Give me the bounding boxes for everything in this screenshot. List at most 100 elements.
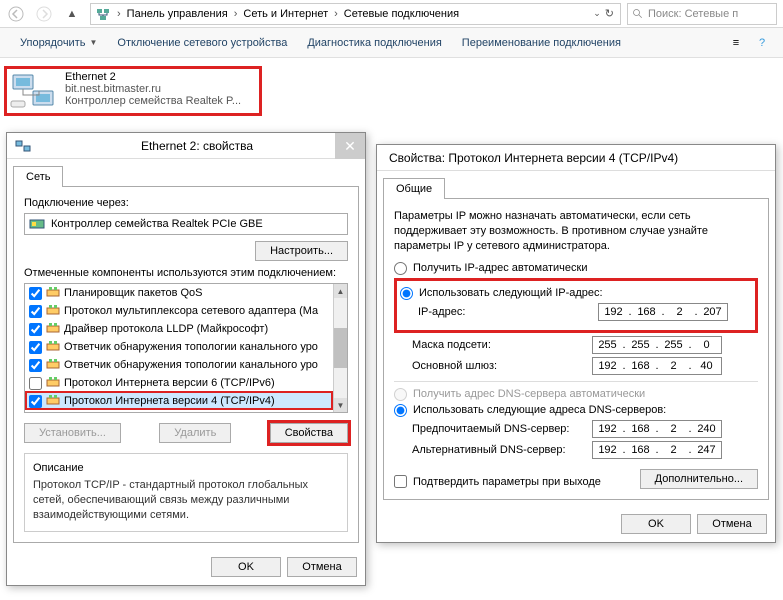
- cancel-button[interactable]: Отмена: [287, 557, 357, 577]
- protocol-icon: [46, 358, 60, 372]
- connections-pane: Ethernet 2 bit.nest.bitmaster.ru Контрол…: [0, 58, 783, 124]
- close-button[interactable]: ✕: [335, 133, 365, 159]
- explorer-address-row: ▲ › Панель управления › Сеть и Интернет …: [0, 0, 783, 28]
- organize-menu[interactable]: Упорядочить▼: [10, 33, 107, 53]
- component-checkbox[interactable]: [29, 323, 42, 336]
- component-label: Планировщик пакетов QoS: [64, 287, 203, 299]
- rename-action[interactable]: Переименование подключения: [452, 33, 631, 53]
- nav-forward-button[interactable]: [32, 2, 56, 26]
- tab-general[interactable]: Общие: [383, 178, 445, 199]
- component-label: Протокол мультиплексора сетевого адаптер…: [64, 305, 318, 317]
- disable-device-action[interactable]: Отключение сетевого устройства: [107, 33, 297, 53]
- chevron-down-icon: ▼: [89, 38, 97, 47]
- ethernet-properties-dialog: Ethernet 2: свойства ✕ Сеть Подключение …: [6, 132, 366, 586]
- connect-via-label: Подключение через:: [24, 197, 348, 209]
- component-item[interactable]: Протокол Интернета версии 6 (TCP/IPv6): [25, 374, 347, 392]
- dns-primary-input[interactable]: 192.168.2.240: [592, 420, 722, 438]
- dns-secondary-input[interactable]: 192.168.2.247: [592, 441, 722, 459]
- component-item[interactable]: Планировщик пакетов QoS: [25, 284, 347, 302]
- search-input[interactable]: Поиск: Сетевые п: [627, 3, 777, 25]
- chevron-right-icon[interactable]: ›: [232, 8, 240, 20]
- component-checkbox[interactable]: [29, 287, 42, 300]
- highlight-frame: Использовать следующий IP-адрес: IP-адре…: [394, 278, 758, 333]
- breadcrumb-segment[interactable]: Панель управления: [123, 4, 232, 24]
- dialog-title: Свойства: Протокол Интернета версии 4 (T…: [385, 151, 767, 165]
- advanced-button[interactable]: Дополнительно...: [640, 469, 758, 489]
- ip-address-label: IP-адрес:: [418, 306, 598, 318]
- subnet-mask-input[interactable]: 255.255.255.0: [592, 336, 722, 354]
- command-bar: Упорядочить▼ Отключение сетевого устройс…: [0, 28, 783, 58]
- ip-manual-radio[interactable]: Использовать следующий IP-адрес:: [400, 287, 752, 300]
- component-label: Протокол Интернета версии 6 (TCP/IPv6): [64, 377, 275, 389]
- components-list[interactable]: Планировщик пакетов QoS Протокол мультипл…: [24, 283, 348, 413]
- component-label: Драйвер протокола LLDP (Майкрософт): [64, 323, 268, 335]
- validate-checkbox[interactable]: Подтвердить параметры при выходе: [394, 475, 601, 488]
- protocol-icon: [46, 340, 60, 354]
- protocol-icon: [46, 376, 60, 390]
- scroll-down-button[interactable]: ▼: [334, 398, 347, 412]
- subnet-mask-row: Маска подсети: 255.255.255.0: [412, 336, 758, 354]
- components-label: Отмеченные компоненты используются этим …: [24, 267, 348, 279]
- component-item[interactable]: Протокол мультиплексора сетевого адаптер…: [25, 302, 347, 320]
- component-item[interactable]: Драйвер протокола LLDP (Майкрософт): [25, 320, 347, 338]
- install-button[interactable]: Установить...: [24, 423, 121, 443]
- info-text: Параметры IP можно назначать автоматичес…: [394, 209, 758, 254]
- gateway-label: Основной шлюз:: [412, 360, 592, 372]
- search-icon: [632, 8, 644, 20]
- ip-auto-radio[interactable]: Получить IP-адрес автоматически: [394, 262, 758, 275]
- component-checkbox[interactable]: [29, 377, 42, 390]
- connection-item[interactable]: Ethernet 2 bit.nest.bitmaster.ru Контрол…: [4, 66, 262, 116]
- address-bar[interactable]: › Панель управления › Сеть и Интернет › …: [90, 3, 621, 25]
- ip-address-input[interactable]: 192.168.2.207: [598, 303, 728, 321]
- component-checkbox[interactable]: [29, 359, 42, 372]
- nav-up-button[interactable]: ▲: [60, 2, 84, 26]
- component-item[interactable]: Ответчик обнаружения топологии канальног…: [25, 356, 347, 374]
- properties-button[interactable]: Свойства: [270, 423, 348, 443]
- description-title: Описание: [33, 462, 339, 474]
- remove-button[interactable]: Удалить: [159, 423, 231, 443]
- component-checkbox[interactable]: [29, 305, 42, 318]
- cancel-button[interactable]: Отмена: [697, 514, 767, 534]
- component-label: Ответчик обнаружения топологии канальног…: [64, 359, 318, 371]
- component-label: Ответчик обнаружения топологии канальног…: [64, 341, 318, 353]
- configure-button[interactable]: Настроить...: [255, 241, 348, 261]
- scroll-thumb[interactable]: [334, 328, 347, 368]
- ok-button[interactable]: OK: [621, 514, 691, 534]
- breadcrumb-segment[interactable]: Сетевые подключения: [340, 4, 463, 24]
- view-options-icon[interactable]: ≡: [725, 32, 747, 54]
- breadcrumb-segment[interactable]: Сеть и Интернет: [239, 4, 332, 24]
- network-icon: [95, 6, 111, 22]
- nic-icon: [29, 216, 45, 232]
- dns-secondary-label: Альтернативный DNS-сервер:: [412, 444, 592, 456]
- dns-manual-radio[interactable]: Использовать следующие адреса DNS-сервер…: [394, 404, 758, 417]
- ok-button[interactable]: OK: [211, 557, 281, 577]
- nav-back-button[interactable]: [4, 2, 28, 26]
- connection-domain: bit.nest.bitmaster.ru: [65, 83, 241, 95]
- ip-address-row: IP-адрес: 192.168.2.207: [418, 303, 752, 321]
- chevron-right-icon[interactable]: ›: [115, 8, 123, 20]
- description-text: Протокол TCP/IP - стандартный протокол г…: [33, 478, 339, 523]
- adapter-field: Контроллер семейства Realtek PCIe GBE: [24, 213, 348, 235]
- highlight-frame: [25, 391, 333, 410]
- scrollbar-vertical[interactable]: ▲ ▼: [333, 284, 347, 412]
- dialog-titlebar[interactable]: Свойства: Протокол Интернета версии 4 (T…: [377, 145, 775, 171]
- dropdown-icon[interactable]: ⌄: [591, 8, 603, 19]
- help-icon[interactable]: ?: [751, 32, 773, 54]
- chevron-right-icon[interactable]: ›: [332, 8, 340, 20]
- ipv4-properties-dialog: Свойства: Протокол Интернета версии 4 (T…: [376, 144, 776, 543]
- tab-network[interactable]: Сеть: [13, 166, 63, 187]
- dialog-titlebar[interactable]: Ethernet 2: свойства ✕: [7, 133, 365, 159]
- connection-text: Ethernet 2 bit.nest.bitmaster.ru Контрол…: [65, 71, 241, 111]
- dns-primary-row: Предпочитаемый DNS-сервер: 192.168.2.240: [412, 420, 758, 438]
- diagnose-action[interactable]: Диагностика подключения: [297, 33, 451, 53]
- protocol-icon: [46, 304, 60, 318]
- dialog-title: Ethernet 2: свойства: [37, 139, 357, 153]
- gateway-input[interactable]: 192.168.2.40: [592, 357, 722, 375]
- dns-auto-radio: Получить адрес DNS-сервера автоматически: [394, 388, 758, 401]
- refresh-icon[interactable]: ↻: [603, 7, 616, 20]
- dns-primary-label: Предпочитаемый DNS-сервер:: [412, 423, 592, 435]
- scroll-up-button[interactable]: ▲: [334, 284, 347, 298]
- component-item[interactable]: Ответчик обнаружения топологии канальног…: [25, 338, 347, 356]
- component-checkbox[interactable]: [29, 341, 42, 354]
- ethernet-icon: [9, 71, 57, 111]
